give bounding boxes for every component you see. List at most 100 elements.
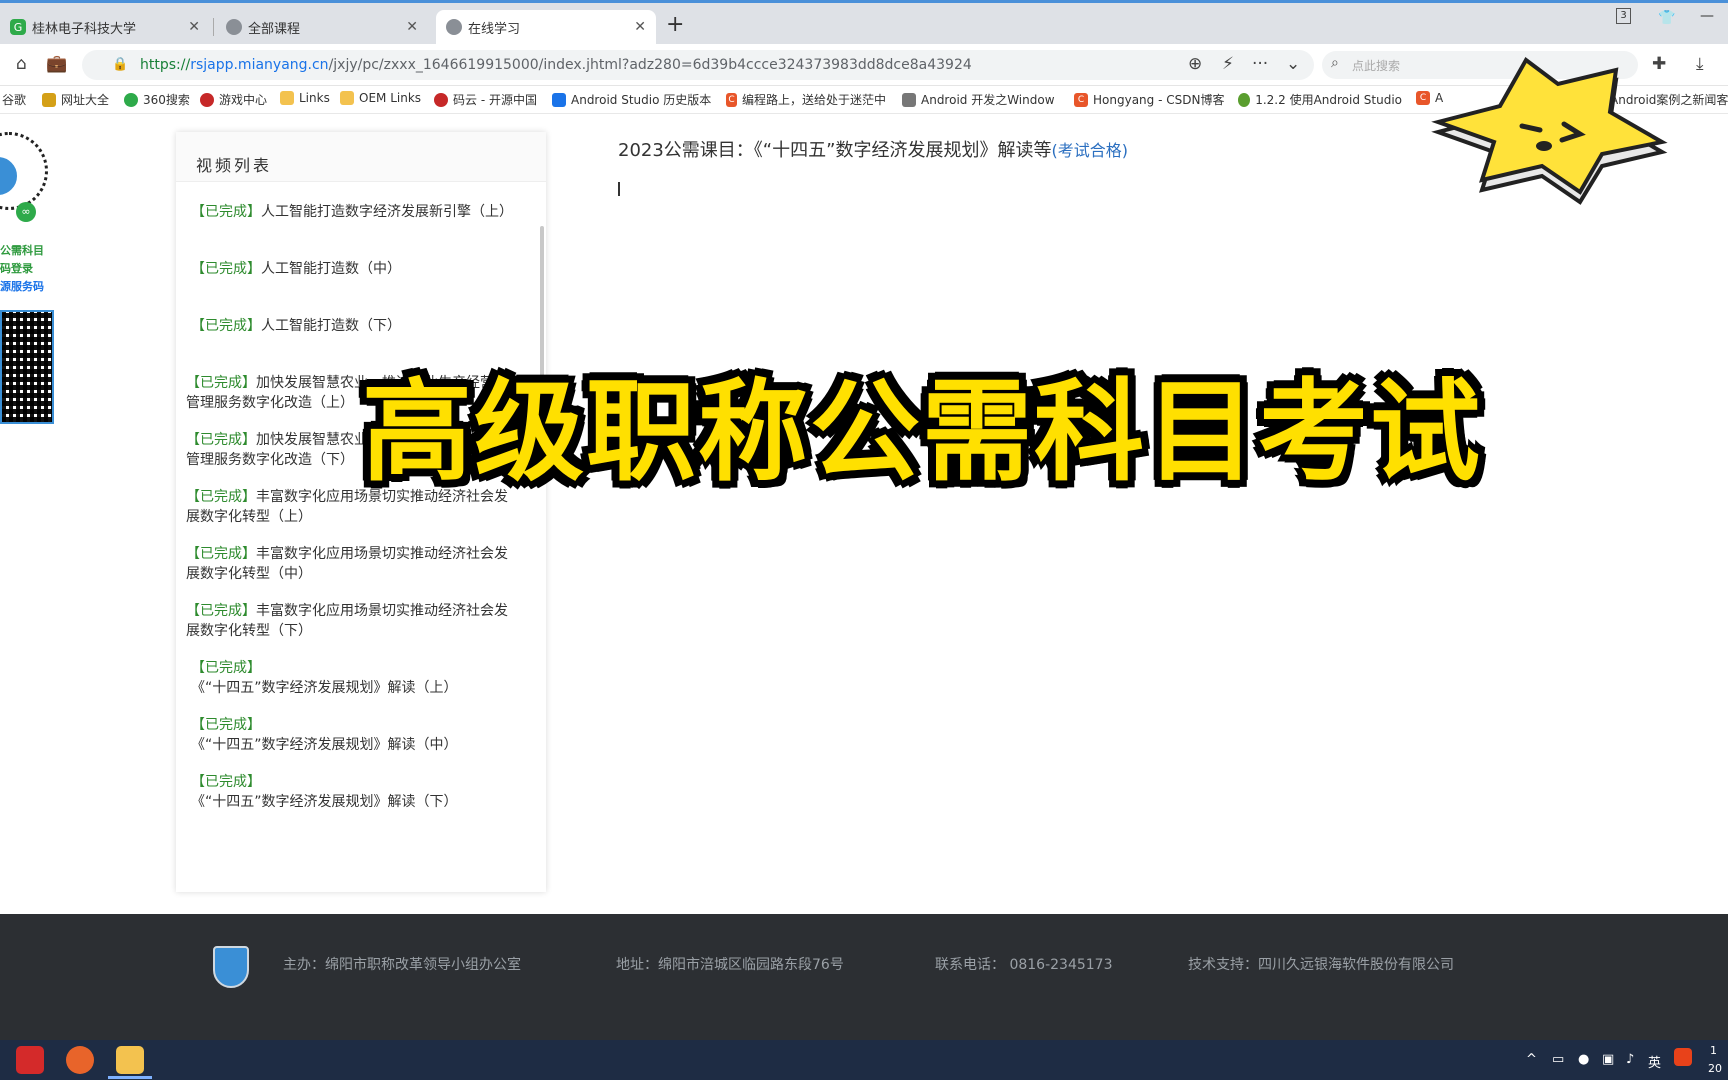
- app-icon-orange[interactable]: [66, 1046, 94, 1074]
- video-list: 【已完成】人工智能打造数字经济发展新引擎（上） 【已完成】人工智能打造数（中） …: [176, 194, 534, 821]
- status-badge: 【已完成】: [186, 489, 256, 505]
- clock-line-2[interactable]: 20: [1708, 1062, 1722, 1075]
- tab-label: 全部课程: [248, 21, 301, 37]
- list-item[interactable]: 【已完成】《“十四五”数字经济发展规划》解读（下）: [176, 764, 534, 821]
- bookmark-item[interactable]: Android 开发之Window: [902, 91, 1062, 108]
- network-icon[interactable]: ▣: [1602, 1052, 1614, 1067]
- bookmark-item[interactable]: C Hongyang - CSDN博客: [1074, 91, 1224, 108]
- video-title: 人工智能打造数字经济发展新引擎（上）: [261, 204, 513, 220]
- filter-icon: [552, 92, 566, 107]
- bookmark-item[interactable]: 360搜索: [124, 91, 190, 108]
- promo-line: 码登录: [0, 262, 33, 275]
- close-tab-icon[interactable]: ✕: [406, 19, 418, 35]
- status-badge: 【已完成】: [191, 660, 261, 676]
- video-title: 《“十四五”数字经济发展规划》解读（中）: [191, 737, 458, 753]
- list-item[interactable]: 【已完成】人工智能打造数字经济发展新引擎（上）: [176, 194, 534, 251]
- status-badge: 【已完成】: [191, 261, 261, 277]
- file-explorer-icon[interactable]: [116, 1046, 144, 1074]
- close-tab-icon[interactable]: ✕: [634, 19, 646, 35]
- lightning-icon[interactable]: ⚡: [1222, 54, 1234, 74]
- folder-icon: [280, 91, 294, 105]
- text-cursor: [618, 182, 620, 196]
- tab-label: 在线学习: [468, 21, 521, 37]
- video-list-panel: 视频列表 【已完成】人工智能打造数字经济发展新引擎（上） 【已完成】人工智能打造…: [176, 132, 546, 892]
- url-host: rsjapp.mianyang.cn: [190, 57, 329, 73]
- address-bar[interactable]: 🔒 https:// rsjapp.mianyang.cn /jxjy/pc/z…: [82, 50, 1314, 80]
- app-icon-red[interactable]: [16, 1046, 44, 1074]
- tab-guilin-university[interactable]: G 桂林电子科技大学 ✕: [0, 10, 210, 44]
- video-title: 《“十四五”数字经济发展规划》解读（上）: [191, 680, 458, 696]
- bookmark-item[interactable]: C 编程路上，送给处于迷茫中: [726, 91, 886, 108]
- globe-icon: [446, 19, 462, 35]
- qr-code: [0, 310, 54, 424]
- list-item[interactable]: 【已完成】人工智能打造数（中）: [176, 251, 534, 308]
- bookmark-item[interactable]: 网址大全: [42, 91, 109, 108]
- csdn-icon: C: [1074, 92, 1088, 107]
- promo-line: 源服务码: [0, 280, 44, 293]
- globe-icon: [226, 19, 242, 35]
- folder-icon: [340, 91, 354, 105]
- bookmark-item[interactable]: 游戏中心: [200, 91, 267, 108]
- close-tab-icon[interactable]: ✕: [188, 19, 200, 35]
- chevron-up-icon[interactable]: ^: [1526, 1052, 1537, 1067]
- tab-divider: [213, 18, 214, 36]
- course-title: 2023公需课目：《“十四五”数字经济发展规划》解读等(考试合格): [618, 136, 1128, 162]
- clock-line-1[interactable]: 1: [1710, 1044, 1717, 1057]
- bookmark-item[interactable]: OEM Links: [340, 91, 421, 105]
- bookmark-icon: [42, 92, 56, 107]
- browser-tab-strip: G 桂林电子科技大学 ✕ 全部课程 ✕ 在线学习 ✕ + 3 👕 —: [0, 0, 1728, 44]
- status-badge: 【已完成】: [186, 375, 256, 391]
- bookmark-item[interactable]: Android Studio 历史版本: [552, 91, 712, 108]
- status-badge: 【已完成】: [186, 603, 256, 619]
- status-badge: 【已完成】: [191, 717, 261, 733]
- list-item[interactable]: 【已完成】《“十四五”数字经济发展规划》解读（中）: [176, 707, 534, 764]
- footer-support: 技术支持：四川久远银海软件股份有限公司: [1188, 957, 1454, 973]
- bookmark-item[interactable]: 码云 - 开源中国: [434, 91, 537, 108]
- bookmark-icon: [1238, 92, 1251, 107]
- home-icon[interactable]: ⌂: [16, 54, 27, 74]
- promo-line: 公需科目: [0, 244, 44, 257]
- ime-indicator[interactable]: 英: [1648, 1052, 1661, 1071]
- list-item[interactable]: 【已完成】丰富数字化应用场景切实推动经济社会发展数字化转型（中）: [176, 536, 534, 593]
- footer-address: 地址：绵阳市涪城区临园路东段76号: [616, 957, 844, 973]
- bookmark-icon: [434, 92, 448, 107]
- tab-count-badge[interactable]: 3: [1616, 8, 1631, 24]
- lock-icon: 🔒: [112, 57, 129, 72]
- download-icon[interactable]: ⤓: [1696, 54, 1704, 74]
- bookmark-icon: [902, 92, 916, 107]
- page-content: ∞ 公需科目 码登录 源服务码 视频列表 【已完成】人工智能打造数字经济发展新引…: [0, 57, 1728, 914]
- chevron-down-icon[interactable]: ⌄: [1286, 54, 1300, 74]
- exam-status-link[interactable]: (考试合格): [1051, 141, 1128, 160]
- search-icon: ⌕: [1331, 55, 1339, 71]
- status-badge: 【已完成】: [186, 432, 256, 448]
- bookmark-item[interactable]: 1.2.2 使用Android Studio: [1238, 91, 1402, 108]
- star-body: [1431, 57, 1668, 195]
- star-sticker: [1431, 57, 1668, 205]
- tray-app-icon[interactable]: ▭: [1552, 1052, 1564, 1067]
- site-footer: 主办：绵阳市职称改革领导小组办公室 地址：绵阳市涪城区临园路东段76号 联系电话…: [0, 914, 1728, 1040]
- tab-online-learning[interactable]: 在线学习 ✕: [436, 10, 656, 44]
- briefcase-icon[interactable]: 💼: [46, 54, 67, 74]
- csdn-icon: C: [726, 92, 737, 107]
- status-badge: 【已完成】: [191, 774, 261, 790]
- bookmark-item[interactable]: Links: [280, 91, 330, 105]
- minimize-icon[interactable]: —: [1700, 8, 1714, 24]
- list-item[interactable]: 【已完成】《“十四五”数字经济发展规划》解读（上）: [176, 650, 534, 707]
- tray-app-icon[interactable]: ●: [1578, 1052, 1589, 1067]
- windows-taskbar: ^ ▭ ● ▣ ♪ 英 1 20: [0, 1040, 1728, 1080]
- tab-all-courses[interactable]: 全部课程 ✕: [216, 10, 428, 44]
- new-tab-button[interactable]: +: [666, 12, 684, 37]
- bookmark-item[interactable]: 谷歌: [2, 91, 26, 108]
- footer-logo: [213, 946, 249, 988]
- zoom-icon[interactable]: ⊕: [1188, 54, 1202, 74]
- volume-icon[interactable]: ♪: [1626, 1052, 1634, 1067]
- list-item[interactable]: 【已完成】丰富数字化应用场景切实推动经济社会发展数字化转型（下）: [176, 593, 534, 650]
- sogou-input-icon[interactable]: [1674, 1048, 1692, 1066]
- window-top-accent: [0, 0, 1728, 3]
- footer-phone: 联系电话： 0816-2345173: [935, 957, 1113, 973]
- url-path: /jxjy/pc/zxxx_1646619915000/index.jhtml?…: [328, 57, 972, 73]
- wechat-miniprogram-icon: ∞: [16, 202, 36, 222]
- shirt-icon[interactable]: 👕: [1658, 10, 1675, 26]
- more-icon[interactable]: ···: [1252, 54, 1268, 74]
- csdn-icon: C: [1416, 91, 1430, 105]
